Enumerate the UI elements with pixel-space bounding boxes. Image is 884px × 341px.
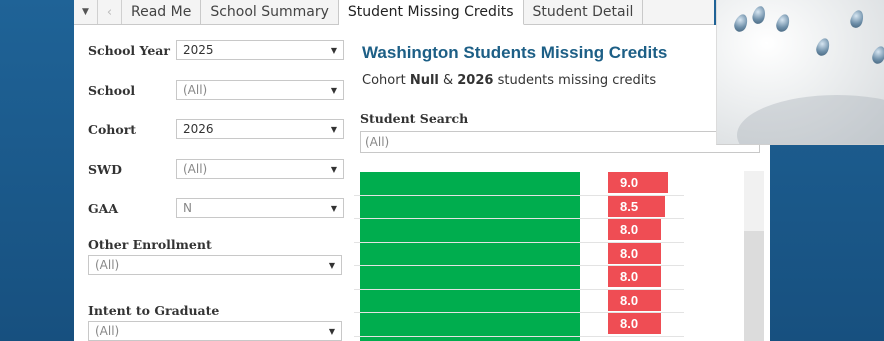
school-select[interactable]: (All) ▼ [176, 80, 344, 100]
scrollbar-thumb[interactable] [744, 231, 764, 341]
credits-bar[interactable]: 8.0 [608, 266, 661, 287]
raindrop-icon [870, 44, 884, 66]
student-search-label: Student Search [360, 111, 469, 126]
credits-bar[interactable]: 8.0 [608, 219, 661, 240]
chevron-down-icon: ▼ [330, 45, 337, 55]
tab-list-dropdown[interactable]: ▼ [74, 0, 98, 24]
chevron-down-icon: ▼ [82, 7, 89, 17]
raindrop-icon [814, 36, 832, 58]
subtitle-suffix: students missing credits [493, 73, 657, 88]
select-value: 2026 [183, 122, 214, 136]
filter-intent-to-graduate: Intent to Graduate (All) ▼ [88, 303, 342, 341]
chevron-down-icon: ▼ [328, 326, 335, 336]
chevron-down-icon: ▼ [330, 124, 337, 134]
tab-read-me[interactable]: Read Me [122, 0, 202, 24]
filter-label: School [88, 82, 136, 98]
green-bar [360, 172, 580, 341]
bar-value-label: 8.0 [620, 316, 639, 331]
tab-student-detail[interactable]: Student Detail [524, 0, 644, 24]
subtitle-prefix: Cohort [362, 73, 410, 88]
tab-school-summary[interactable]: School Summary [201, 0, 339, 24]
filter-label: Cohort [88, 121, 137, 137]
raindrop-icon [848, 8, 866, 30]
filter-label: SWD [88, 161, 122, 177]
chevron-down-icon: ▼ [328, 260, 335, 270]
chevron-down-icon: ▼ [330, 203, 337, 213]
other-enrollment-select[interactable]: (All) ▼ [88, 255, 342, 275]
filter-school: School (All) ▼ [88, 80, 344, 100]
filter-gaa: GAA N ▼ [88, 198, 344, 218]
credits-bar[interactable]: 9.0 [608, 172, 668, 193]
chevron-left-icon: ‹ [106, 4, 113, 20]
credits-bar[interactable]: 8.0 [608, 289, 661, 311]
subtitle-null: Null [409, 73, 439, 88]
raindrop-icon [750, 4, 768, 26]
select-value: (All) [95, 324, 120, 338]
select-value: 2025 [183, 43, 214, 57]
chevron-down-icon: ▼ [330, 164, 337, 174]
search-value: (All) [365, 135, 390, 149]
cohort-select[interactable]: 2026 ▼ [176, 119, 344, 139]
select-value: (All) [95, 258, 120, 272]
credits-bar[interactable]: 8.0 [608, 242, 661, 264]
swd-select[interactable]: (All) ▼ [176, 159, 344, 179]
select-value: (All) [183, 83, 208, 97]
chart-scrollbar[interactable] [744, 171, 764, 341]
bar-value-label: 8.5 [620, 198, 639, 214]
rain-drops-image [716, 0, 884, 145]
intent-to-graduate-select[interactable]: (All) ▼ [88, 321, 342, 341]
raindrop-icon [732, 12, 750, 34]
school-year-select[interactable]: 2025 ▼ [176, 40, 344, 60]
page-title: Washington Students Missing Credits [362, 43, 668, 62]
filter-label: Intent to Graduate [88, 303, 220, 318]
filter-label: GAA [88, 200, 119, 216]
student-search-input[interactable]: (All) [360, 131, 760, 153]
bar-value-label: 8.0 [620, 269, 639, 284]
credits-bar[interactable]: 8.0 [608, 313, 661, 334]
filter-label: Other Enrollment [88, 237, 212, 252]
table-row-divider [354, 335, 684, 337]
bar-value-label: 8.0 [620, 245, 639, 261]
filter-label: School Year [88, 42, 170, 58]
subtitle-mid: & [438, 73, 458, 88]
bar-value-label: 8.0 [620, 292, 639, 308]
chevron-down-icon: ▼ [330, 85, 337, 95]
image-shadow [737, 95, 884, 144]
subtitle-year: 2026 [457, 73, 494, 88]
select-value: N [183, 201, 192, 215]
tab-bar: ▼ ‹ Read Me School Summary Student Missi… [74, 0, 714, 25]
dashboard-panel: School Year 2025 ▼ School (All) ▼ Cohort… [74, 25, 770, 341]
bar-value-label: 9.0 [620, 175, 639, 190]
filter-school-year: School Year 2025 ▼ [88, 40, 344, 60]
gaa-select[interactable]: N ▼ [176, 198, 344, 218]
tab-scroll-prev[interactable]: ‹ [98, 0, 122, 24]
filter-swd: SWD (All) ▼ [88, 159, 344, 179]
tab-student-missing-credits[interactable]: Student Missing Credits [338, 0, 524, 25]
credits-bar[interactable]: 8.5 [608, 195, 665, 217]
filter-other-enrollment: Other Enrollment (All) ▼ [88, 237, 342, 275]
filter-cohort: Cohort 2026 ▼ [88, 119, 344, 139]
bar-value-label: 8.0 [620, 222, 639, 237]
raindrop-icon [774, 12, 792, 34]
missing-credits-chart: 9.0 8.5 8.0 8.0 8.0 8.0 8.0 [354, 171, 714, 341]
select-value: (All) [183, 162, 208, 176]
page-subtitle: Cohort Null & 2026 students missing cred… [362, 73, 656, 88]
